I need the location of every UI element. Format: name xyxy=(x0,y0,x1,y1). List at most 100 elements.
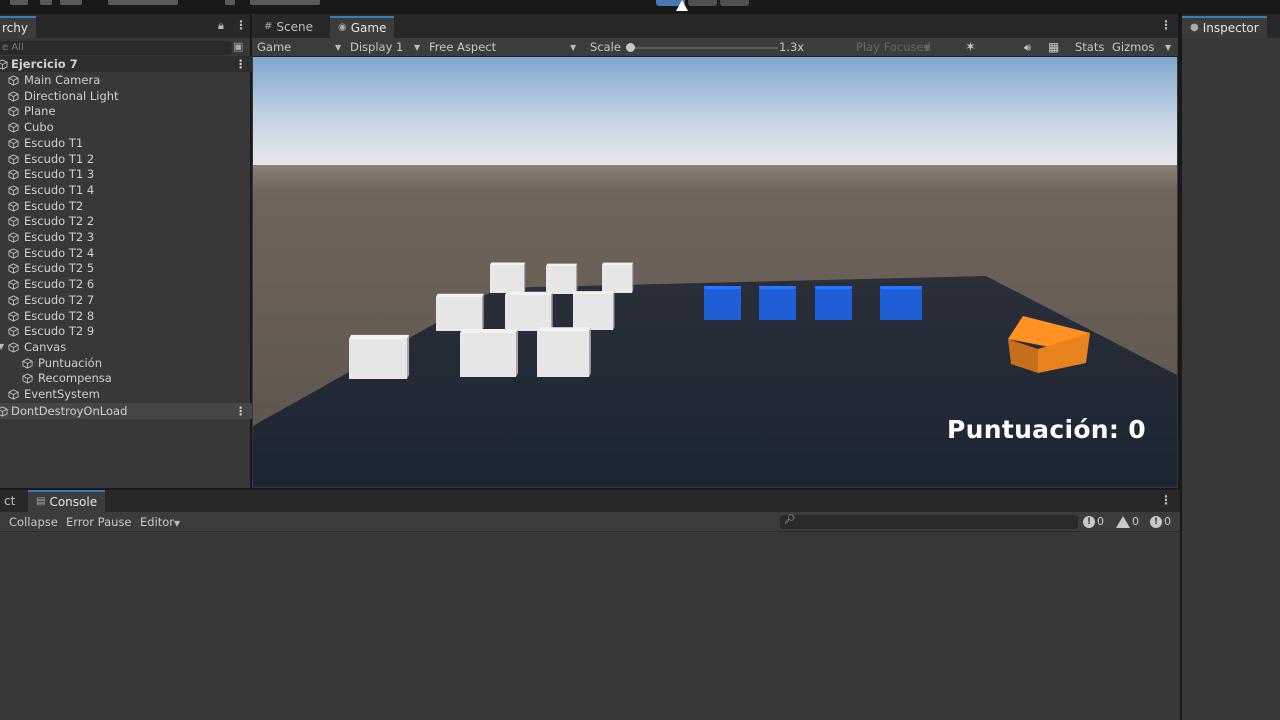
step-button[interactable] xyxy=(720,0,749,6)
info-count-toggle[interactable]: ! 0 xyxy=(1083,514,1104,530)
gameobject-icon xyxy=(8,135,22,151)
blue-cube-top xyxy=(815,286,852,289)
hierarchy-item-label: Escudo T2 3 xyxy=(24,230,95,244)
hierarchy-item[interactable]: Escudo T1 xyxy=(0,135,252,151)
scale-label: Scale xyxy=(590,40,621,54)
search-icon: 🔎︎ xyxy=(784,515,796,525)
hierarchy-item[interactable]: Escudo T1 2 xyxy=(0,151,252,167)
bug-icon[interactable]: ✶ xyxy=(965,38,976,57)
blue-cube xyxy=(815,286,852,320)
error-count: 0 xyxy=(1164,515,1171,528)
hierarchy-item[interactable]: Escudo T2 6 xyxy=(0,276,252,292)
white-cube xyxy=(546,266,576,294)
game-toolbar: Game ▼ Display 1 ▼ Free Aspect ▼ Scale 1… xyxy=(252,38,1178,57)
hierarchy-item[interactable]: Puntuación xyxy=(0,355,252,371)
white-cube-top xyxy=(460,328,519,333)
hierarchy-item[interactable]: Recompensa xyxy=(0,370,252,386)
console-icon: ▤ xyxy=(36,496,46,507)
hierarchy-item-label: Escudo T2 6 xyxy=(24,277,95,292)
scale-value: 1.3x xyxy=(779,40,805,54)
hierarchy-item[interactable]: Escudo T2 xyxy=(0,198,252,214)
game-tabbar: # Scene ◉ Game ⋮ xyxy=(252,14,1178,38)
hierarchy-item[interactable]: ▼ Canvas xyxy=(0,339,252,355)
editor-toolbar-strip xyxy=(0,0,1280,14)
console-search-input[interactable]: 🔎︎ xyxy=(780,515,1078,529)
hierarchy-item[interactable]: Main Camera xyxy=(0,72,252,88)
play-focused-label: Play Focused xyxy=(856,40,931,54)
search-placeholder: e All xyxy=(2,42,24,53)
game-viewport[interactable]: Puntuación: 0 xyxy=(253,57,1177,487)
tab-project-label: ct xyxy=(4,494,16,508)
hierarchy-item[interactable]: Escudo T2 5 xyxy=(0,260,252,276)
audio-mute-icon[interactable]: 🔊︎ xyxy=(1024,38,1031,57)
warning-icon xyxy=(1116,516,1130,528)
hierarchy-item[interactable]: Escudo T2 3 xyxy=(0,229,252,245)
tab-scene[interactable]: # Scene xyxy=(256,16,321,38)
hierarchy-item[interactable]: Escudo T2 2 xyxy=(0,213,252,229)
search-options-icon[interactable]: ▣ xyxy=(233,40,243,53)
warning-count-toggle[interactable]: 0 xyxy=(1116,514,1139,530)
ddol-menu-icon[interactable]: ⋮ xyxy=(235,403,247,419)
aspect-dropdown[interactable]: Free Aspect ▼ xyxy=(429,38,579,57)
scale-slider-track[interactable] xyxy=(630,47,778,49)
hierarchy-item-label: Puntuación xyxy=(38,355,102,370)
pause-button[interactable] xyxy=(688,0,717,6)
tab-inspector[interactable]: ● Inspector xyxy=(1182,16,1267,38)
hierarchy-item[interactable]: Escudo T1 3 xyxy=(0,166,252,182)
console-menu-icon[interactable]: ⋮ xyxy=(1160,493,1172,507)
hierarchy-item[interactable]: Escudo T2 9 xyxy=(0,323,252,339)
hierarchy-tab-label: rchy xyxy=(2,21,28,35)
hierarchy-item-label: Escudo T2 4 xyxy=(24,245,95,260)
hierarchy-item[interactable]: Cubo xyxy=(0,119,252,135)
hierarchy-ddol-row[interactable]: DontDestroyOnLoad ⋮ xyxy=(0,402,252,419)
play-focused-dropdown[interactable]: Play Focused ▼ xyxy=(856,38,931,57)
hierarchy-item[interactable]: EventSystem xyxy=(0,386,252,402)
hierarchy-item[interactable]: Directional Light xyxy=(0,88,252,104)
white-cube-top xyxy=(537,327,591,331)
collapse-button[interactable]: Collapse xyxy=(9,512,58,532)
error-pause-button[interactable]: Error Pause xyxy=(66,512,132,532)
hierarchy-item[interactable]: Escudo T2 4 xyxy=(0,245,252,261)
hierarchy-item[interactable]: Escudo T2 8 xyxy=(0,308,252,324)
info-icon: ! xyxy=(1083,516,1095,528)
white-cube xyxy=(537,331,589,377)
hierarchy-item-label: EventSystem xyxy=(24,387,100,401)
chevron-down-icon: ▼ xyxy=(0,341,5,351)
tab-project[interactable]: ct xyxy=(0,490,23,512)
hierarchy-search-input[interactable]: e All xyxy=(0,41,232,55)
white-cube xyxy=(505,295,551,331)
scene-menu-icon[interactable]: ⋮ xyxy=(235,56,247,72)
white-cube-side xyxy=(407,334,410,379)
gameobject-icon xyxy=(8,103,22,119)
ddol-label: DontDestroyOnLoad xyxy=(11,403,128,418)
lock-icon[interactable]: 🔒︎ xyxy=(218,19,224,33)
hierarchy-item[interactable]: Plane xyxy=(0,103,252,119)
stats-button[interactable]: Stats xyxy=(1075,38,1104,57)
hierarchy-item-label: Escudo T2 8 xyxy=(24,308,95,323)
gameobject-icon xyxy=(8,229,22,245)
error-count-toggle[interactable]: ! 0 xyxy=(1150,514,1171,530)
gameobject-icon xyxy=(8,323,22,339)
display-dropdown[interactable]: Display 1 ▼ xyxy=(350,38,422,57)
hierarchy-menu-icon[interactable]: ⋮ xyxy=(235,18,247,32)
hierarchy-item-label: Recompensa xyxy=(38,371,112,386)
gamepad-icon: ◉ xyxy=(338,22,347,33)
hierarchy-item[interactable]: Escudo T2 7 xyxy=(0,292,252,308)
gizmos-dropdown[interactable]: Gizmos ▼ xyxy=(1112,38,1172,57)
inspector-tab-label: Inspector xyxy=(1202,21,1259,35)
white-cube-side xyxy=(632,262,634,293)
hierarchy-scene-row[interactable]: Ejercicio 7 ⋮ xyxy=(0,56,252,72)
scale-slider-handle[interactable] xyxy=(626,43,635,52)
game-mode-dropdown[interactable]: Game ▼ xyxy=(257,38,342,57)
white-cube-side xyxy=(551,291,553,331)
grid-toggle-icon[interactable]: ▦ xyxy=(1048,38,1059,57)
tab-hierarchy[interactable]: rchy xyxy=(0,16,36,38)
aspect-label: Free Aspect xyxy=(429,40,497,54)
game-menu-icon[interactable]: ⋮ xyxy=(1160,18,1172,32)
tab-game[interactable]: ◉ Game xyxy=(330,16,395,38)
white-cube-side xyxy=(524,262,526,293)
hierarchy-item-label: Escudo T2 9 xyxy=(24,324,95,339)
hierarchy-item[interactable]: Escudo T1 4 xyxy=(0,182,252,198)
tab-console[interactable]: ▤ Console xyxy=(28,490,106,512)
editor-dropdown[interactable]: Editor▼ xyxy=(140,512,180,534)
